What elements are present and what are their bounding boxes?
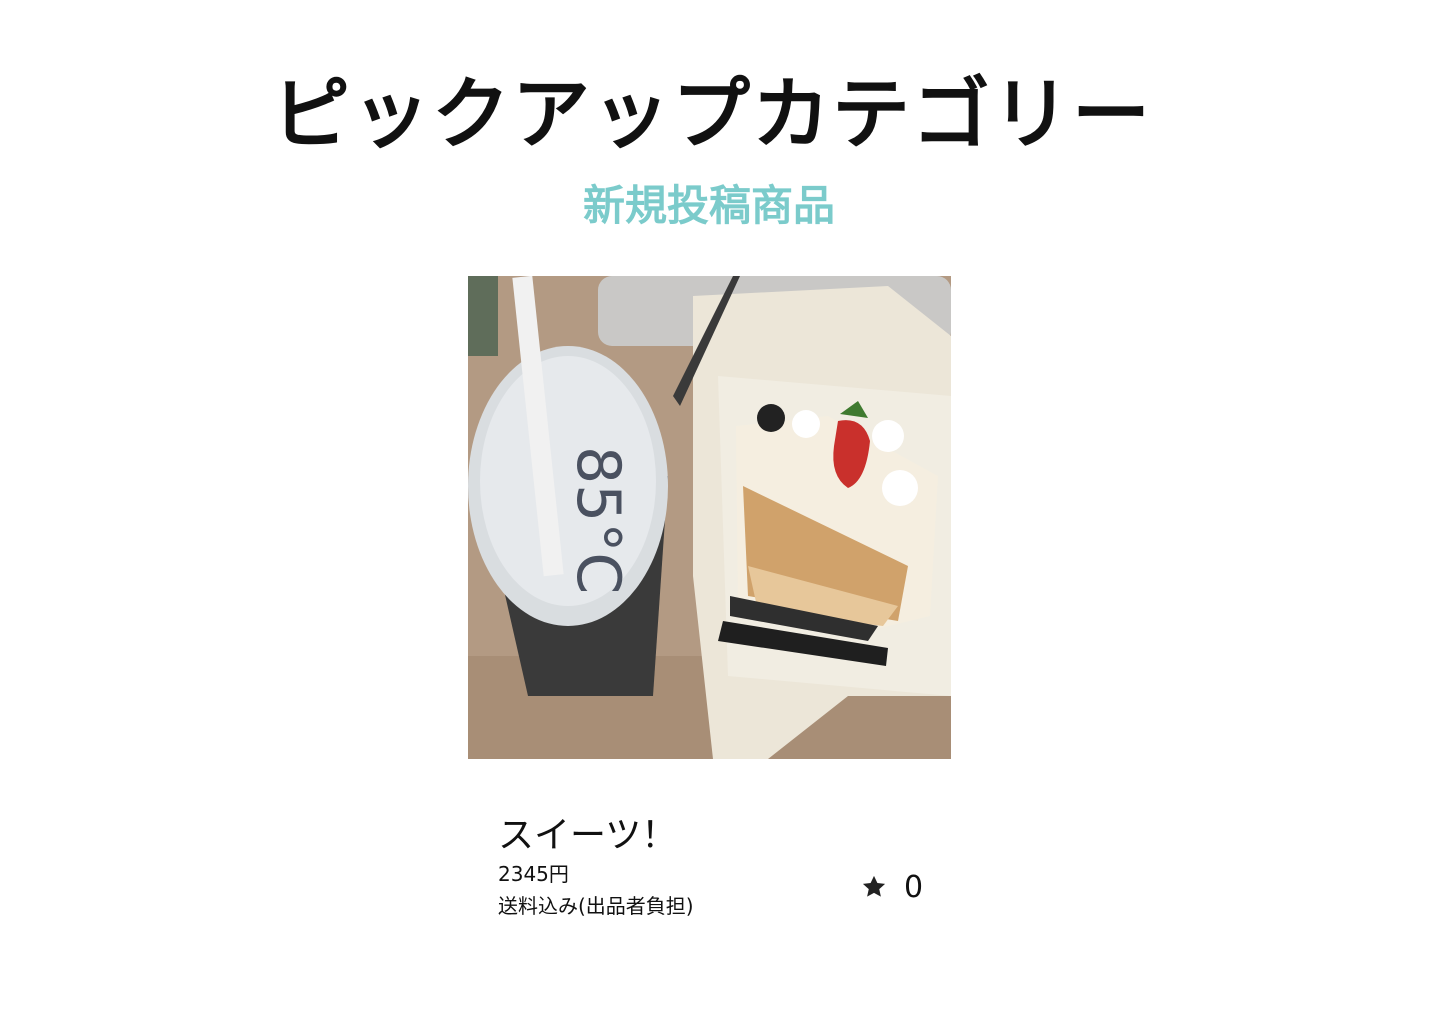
page-title: ピックアップカテゴリー [271, 70, 1152, 160]
item-name[interactable]: スイーツ！ [498, 806, 677, 858]
page: ピックアップカテゴリー 新規投稿商品 85°C スイーツ！ 2345円 送料込み… [0, 0, 1440, 1016]
star-icon [862, 875, 886, 897]
item-price: 2345円 [498, 862, 569, 886]
like-count: 0 [904, 869, 924, 905]
item-shipping: 送料込み(出品者負担) [498, 894, 694, 918]
like-counter[interactable]: 0 [860, 869, 924, 905]
item-image[interactable]: 85°C [468, 276, 951, 759]
item-card[interactable]: 85°C スイーツ！ 2345円 送料込み(出品者負担) 0 [468, 276, 951, 936]
svg-text:85°C: 85°C [563, 446, 633, 594]
product-photo: 85°C [468, 276, 951, 759]
section-title[interactable]: 新規投稿商品 [0, 172, 1418, 233]
